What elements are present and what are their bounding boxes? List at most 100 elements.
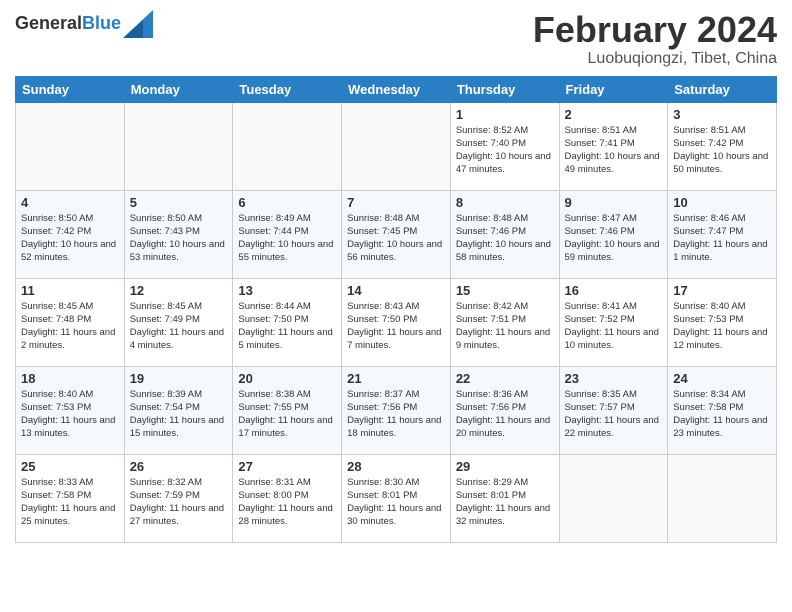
day-info: Sunrise: 8:46 AM Sunset: 7:47 PM Dayligh… xyxy=(673,212,771,265)
title-block: February 2024 Luobuqiongzi, Tibet, China xyxy=(533,10,777,68)
calendar-cell: 3 Sunrise: 8:51 AM Sunset: 7:42 PM Daylig… xyxy=(668,102,777,190)
calendar-cell: 13 Sunrise: 8:44 AM Sunset: 7:50 PM Dayli… xyxy=(233,278,342,366)
day-number: 18 xyxy=(21,371,119,386)
day-info: Sunrise: 8:31 AM Sunset: 8:00 PM Dayligh… xyxy=(238,476,336,529)
calendar-cell: 22 Sunrise: 8:36 AM Sunset: 7:56 PM Dayli… xyxy=(450,366,559,454)
calendar-cell: 6Sunrise: 8:49 AM Sunset: 7:44 PM Daylig… xyxy=(233,190,342,278)
day-info: Sunrise: 8:36 AM Sunset: 7:56 PM Dayligh… xyxy=(456,388,554,441)
day-number: 21 xyxy=(347,371,445,386)
day-number: 17 xyxy=(673,283,771,298)
calendar-cell: 25 Sunrise: 8:33 AM Sunset: 7:58 PM Dayli… xyxy=(16,454,125,542)
day-info: Sunrise: 8:45 AM Sunset: 7:48 PM Dayligh… xyxy=(21,300,119,353)
day-info: Sunrise: 8:48 AM Sunset: 7:46 PM Dayligh… xyxy=(456,212,554,265)
calendar-cell xyxy=(233,102,342,190)
calendar-cell: 17 Sunrise: 8:40 AM Sunset: 7:53 PM Dayli… xyxy=(668,278,777,366)
day-info: Sunrise: 8:51 AM Sunset: 7:42 PM Dayligh… xyxy=(673,124,771,177)
calendar-cell: 29 Sunrise: 8:29 AM Sunset: 8:01 PM Dayli… xyxy=(450,454,559,542)
day-number: 22 xyxy=(456,371,554,386)
day-number: 19 xyxy=(130,371,228,386)
day-number: 15 xyxy=(456,283,554,298)
calendar-cell xyxy=(342,102,451,190)
day-number: 12 xyxy=(130,283,228,298)
day-info: Sunrise: 8:40 AM Sunset: 7:53 PM Dayligh… xyxy=(673,300,771,353)
week-row-5: 25 Sunrise: 8:33 AM Sunset: 7:58 PM Dayli… xyxy=(16,454,777,542)
calendar-cell: 11 Sunrise: 8:45 AM Sunset: 7:48 PM Dayli… xyxy=(16,278,125,366)
day-info: Sunrise: 8:50 AM Sunset: 7:43 PM Dayligh… xyxy=(130,212,228,265)
calendar-cell: 2 Sunrise: 8:51 AM Sunset: 7:41 PM Daylig… xyxy=(559,102,668,190)
calendar-cell xyxy=(124,102,233,190)
weekday-header-row: SundayMondayTuesdayWednesdayThursdayFrid… xyxy=(16,76,777,102)
calendar-cell: 28 Sunrise: 8:30 AM Sunset: 8:01 PM Dayli… xyxy=(342,454,451,542)
calendar-cell: 20Sunrise: 8:38 AM Sunset: 7:55 PM Dayli… xyxy=(233,366,342,454)
day-info: Sunrise: 8:47 AM Sunset: 7:46 PM Dayligh… xyxy=(565,212,663,265)
calendar-cell: 10Sunrise: 8:46 AM Sunset: 7:47 PM Dayli… xyxy=(668,190,777,278)
day-info: Sunrise: 8:29 AM Sunset: 8:01 PM Dayligh… xyxy=(456,476,554,529)
day-info: Sunrise: 8:51 AM Sunset: 7:41 PM Dayligh… xyxy=(565,124,663,177)
calendar-cell: 27 Sunrise: 8:31 AM Sunset: 8:00 PM Dayli… xyxy=(233,454,342,542)
day-info: Sunrise: 8:34 AM Sunset: 7:58 PM Dayligh… xyxy=(673,388,771,441)
weekday-header-sunday: Sunday xyxy=(16,76,125,102)
weekday-header-thursday: Thursday xyxy=(450,76,559,102)
day-info: Sunrise: 8:48 AM Sunset: 7:45 PM Dayligh… xyxy=(347,212,445,265)
day-info: Sunrise: 8:32 AM Sunset: 7:59 PM Dayligh… xyxy=(130,476,228,529)
day-info: Sunrise: 8:35 AM Sunset: 7:57 PM Dayligh… xyxy=(565,388,663,441)
day-number: 29 xyxy=(456,459,554,474)
week-row-2: 4Sunrise: 8:50 AM Sunset: 7:42 PM Daylig… xyxy=(16,190,777,278)
day-info: Sunrise: 8:33 AM Sunset: 7:58 PM Dayligh… xyxy=(21,476,119,529)
day-info: Sunrise: 8:37 AM Sunset: 7:56 PM Dayligh… xyxy=(347,388,445,441)
calendar-table: SundayMondayTuesdayWednesdayThursdayFrid… xyxy=(15,76,777,543)
calendar-cell: 8 Sunrise: 8:48 AM Sunset: 7:46 PM Daylig… xyxy=(450,190,559,278)
day-number: 27 xyxy=(238,459,336,474)
calendar-cell: 23Sunrise: 8:35 AM Sunset: 7:57 PM Dayli… xyxy=(559,366,668,454)
week-row-4: 18 Sunrise: 8:40 AM Sunset: 7:53 PM Dayli… xyxy=(16,366,777,454)
calendar-cell: 9Sunrise: 8:47 AM Sunset: 7:46 PM Daylig… xyxy=(559,190,668,278)
calendar-cell xyxy=(559,454,668,542)
day-number: 25 xyxy=(21,459,119,474)
day-info: Sunrise: 8:41 AM Sunset: 7:52 PM Dayligh… xyxy=(565,300,663,353)
weekday-header-saturday: Saturday xyxy=(668,76,777,102)
calendar-cell xyxy=(668,454,777,542)
day-number: 24 xyxy=(673,371,771,386)
day-info: Sunrise: 8:38 AM Sunset: 7:55 PM Dayligh… xyxy=(238,388,336,441)
day-info: Sunrise: 8:30 AM Sunset: 8:01 PM Dayligh… xyxy=(347,476,445,529)
calendar-subtitle: Luobuqiongzi, Tibet, China xyxy=(533,50,777,68)
day-number: 2 xyxy=(565,107,663,122)
day-info: Sunrise: 8:43 AM Sunset: 7:50 PM Dayligh… xyxy=(347,300,445,353)
calendar-cell: 26 Sunrise: 8:32 AM Sunset: 7:59 PM Dayli… xyxy=(124,454,233,542)
calendar-cell: 21 Sunrise: 8:37 AM Sunset: 7:56 PM Dayli… xyxy=(342,366,451,454)
day-info: Sunrise: 8:52 AM Sunset: 7:40 PM Dayligh… xyxy=(456,124,554,177)
day-number: 7 xyxy=(347,195,445,210)
logo-general: General xyxy=(15,13,82,33)
day-number: 5 xyxy=(130,195,228,210)
calendar-cell xyxy=(16,102,125,190)
calendar-cell: 12 Sunrise: 8:45 AM Sunset: 7:49 PM Dayli… xyxy=(124,278,233,366)
calendar-cell: 4Sunrise: 8:50 AM Sunset: 7:42 PM Daylig… xyxy=(16,190,125,278)
day-info: Sunrise: 8:45 AM Sunset: 7:49 PM Dayligh… xyxy=(130,300,228,353)
header: GeneralBlue February 2024 Luobuqiongzi, … xyxy=(15,10,777,68)
calendar-cell: 7 Sunrise: 8:48 AM Sunset: 7:45 PM Daylig… xyxy=(342,190,451,278)
calendar-cell: 14 Sunrise: 8:43 AM Sunset: 7:50 PM Dayli… xyxy=(342,278,451,366)
calendar-cell: 1 Sunrise: 8:52 AM Sunset: 7:40 PM Daylig… xyxy=(450,102,559,190)
page: GeneralBlue February 2024 Luobuqiongzi, … xyxy=(0,0,792,612)
day-number: 11 xyxy=(21,283,119,298)
week-row-1: 1 Sunrise: 8:52 AM Sunset: 7:40 PM Daylig… xyxy=(16,102,777,190)
weekday-header-monday: Monday xyxy=(124,76,233,102)
day-info: Sunrise: 8:40 AM Sunset: 7:53 PM Dayligh… xyxy=(21,388,119,441)
day-number: 26 xyxy=(130,459,228,474)
day-info: Sunrise: 8:44 AM Sunset: 7:50 PM Dayligh… xyxy=(238,300,336,353)
weekday-header-tuesday: Tuesday xyxy=(233,76,342,102)
day-number: 1 xyxy=(456,107,554,122)
day-number: 14 xyxy=(347,283,445,298)
day-number: 28 xyxy=(347,459,445,474)
day-number: 3 xyxy=(673,107,771,122)
weekday-header-friday: Friday xyxy=(559,76,668,102)
day-number: 13 xyxy=(238,283,336,298)
logo-blue: Blue xyxy=(82,13,121,33)
day-number: 8 xyxy=(456,195,554,210)
day-info: Sunrise: 8:50 AM Sunset: 7:42 PM Dayligh… xyxy=(21,212,119,265)
day-number: 16 xyxy=(565,283,663,298)
logo: GeneralBlue xyxy=(15,10,153,38)
calendar-title: February 2024 xyxy=(533,10,777,50)
day-info: Sunrise: 8:39 AM Sunset: 7:54 PM Dayligh… xyxy=(130,388,228,441)
calendar-cell: 5 Sunrise: 8:50 AM Sunset: 7:43 PM Daylig… xyxy=(124,190,233,278)
